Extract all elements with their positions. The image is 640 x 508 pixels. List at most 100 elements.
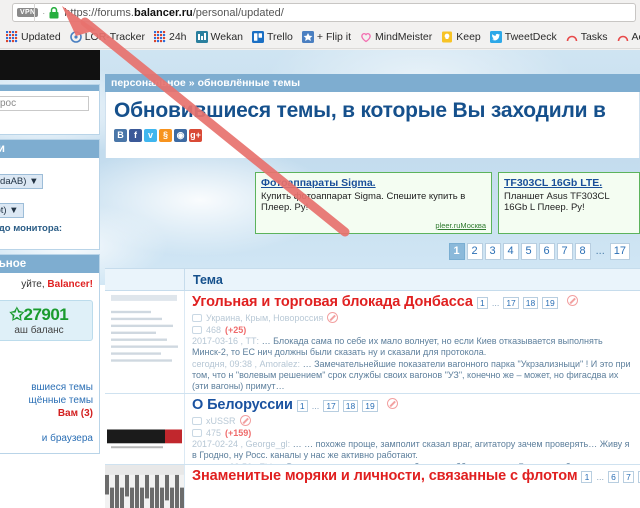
topic-page-link[interactable]: 1 <box>476 297 488 310</box>
table-row[interactable]: Угольная и торговая блокада Донбасса 1...… <box>105 291 640 394</box>
topic-preview-post[interactable]: 2017-02-24 , George_gl: … … похоже проще… <box>192 439 634 461</box>
settings-select-font[interactable]: cadaAB) ▼ <box>0 174 44 189</box>
comment-icon <box>192 429 202 437</box>
hide-forum-icon[interactable] <box>239 415 251 426</box>
topic-page-link[interactable]: 7 <box>622 471 634 484</box>
ad-title[interactable]: TF303CL 16Gb LTE. <box>504 177 634 189</box>
tracker-icon <box>69 30 82 43</box>
page-button-2[interactable]: 2 <box>466 242 483 260</box>
post-author[interactable]: Zhiva: <box>260 462 285 464</box>
url-text: https://forums.balancer.ru/personal/upda… <box>64 7 284 19</box>
bookmark-24h[interactable]: 24h <box>154 30 187 43</box>
bookmark-label: Updated <box>21 30 61 43</box>
sidebar-link-2[interactable]: Вам (3) <box>0 407 93 420</box>
sidebar-settings-body: cadaAB) ▼ бpt) ▼ ие до монитора: <box>0 158 99 249</box>
gear-icon: ✩ <box>9 305 24 324</box>
breadcrumb-section[interactable]: персональное <box>111 77 186 89</box>
topic-preview-post[interactable]: сегодня, 09:38 , Amoralez: … Замечательн… <box>192 359 634 392</box>
post-author[interactable]: Amoralez: <box>260 359 301 369</box>
page-button-6[interactable]: 6 <box>538 242 555 260</box>
page-button-4[interactable]: 4 <box>502 242 519 260</box>
topic-title-link[interactable]: Угольная и торговая блокада Донбасса <box>192 294 473 310</box>
forum-name-link[interactable]: Украина, Крым, Новороссия <box>206 313 323 323</box>
topic-preview-post[interactable]: 2017-03-16 , ТТ: … Блокада сама по себе … <box>192 336 634 358</box>
share-facebook-button[interactable]: f <box>129 129 142 142</box>
vpn-badge[interactable]: VPN <box>17 8 39 17</box>
lock-icon[interactable] <box>49 6 59 19</box>
flipboard-icon <box>301 30 314 43</box>
bookmark-keep[interactable]: Keep <box>441 31 481 43</box>
share-googleplus-button[interactable]: g+ <box>189 129 202 142</box>
forum-name-link[interactable]: xUSSR <box>206 416 236 426</box>
topic-thumbnail[interactable] <box>105 291 185 393</box>
page-button-7[interactable]: 7 <box>556 242 573 260</box>
post-author[interactable]: ТТ: <box>246 336 260 346</box>
forum-icon <box>192 416 202 425</box>
balance-value: ✩27901 <box>9 305 69 324</box>
post-count: 475 <box>206 428 222 438</box>
hide-topic-icon[interactable] <box>386 398 398 409</box>
topic-thumbnail[interactable] <box>105 394 185 464</box>
share-odnoklassniki-button[interactable]: § <box>159 129 172 142</box>
bookmark-tasks[interactable]: Tasks <box>566 31 608 43</box>
main-column: персональное » обновлённые темы Обновивш… <box>105 50 640 508</box>
sidebar-link-1[interactable]: щённые темы <box>0 394 93 407</box>
bookmarks-bar: Updated LOR-Tracker 24h Wekan Trello + Flip i… <box>0 25 640 49</box>
bookmark-mindmeister[interactable]: MindMeister <box>360 31 432 43</box>
page-title: Обновившиеся темы, в которые Вы заходили… <box>114 99 606 122</box>
hide-topic-icon[interactable] <box>566 295 578 306</box>
topic-page-ellipsis: ... <box>596 472 604 482</box>
sidebar-link-0[interactable]: вшиеся темы <box>0 381 93 394</box>
bookmark-actions[interactable]: Actions <box>617 31 640 43</box>
table-header-row: Тема <box>105 269 640 291</box>
bookmark-updated[interactable]: Updated <box>6 30 61 43</box>
topic-page-link[interactable]: 19 <box>362 400 378 413</box>
table-row[interactable]: О Белоруссии 1... 17 18 19 xUSSR 475 (+159) 2017… <box>105 394 640 465</box>
search-input[interactable]: апрос <box>0 96 89 111</box>
page-button-8[interactable]: 8 <box>574 242 591 260</box>
bookmark-lor-tracker[interactable]: LOR-Tracker <box>69 30 145 43</box>
ad-source-link[interactable]: pleer.ruМосква <box>435 221 486 230</box>
ad-block-1[interactable]: Фотоаппараты Sigma. Купить фотоаппарат Si… <box>255 172 492 234</box>
page-button-5[interactable]: 5 <box>520 242 537 260</box>
topic-page-link[interactable]: 17 <box>503 297 519 310</box>
bookmark-wekan[interactable]: Wekan <box>195 30 243 43</box>
topic-page-link[interactable]: 1 <box>296 400 308 413</box>
topic-page-link[interactable]: 6 <box>607 471 619 484</box>
breadcrumb-current: обновлённые темы <box>197 77 301 89</box>
page-button-last[interactable]: 17 <box>609 242 630 260</box>
bookmark-tweetdeck[interactable]: TweetDeck <box>489 30 557 43</box>
topic-page-link[interactable]: 17 <box>323 400 339 413</box>
table-row[interactable]: Знаменитые моряки и личности, связанные … <box>105 465 640 508</box>
url-path: /personal/updated/ <box>192 6 284 19</box>
hide-forum-icon[interactable] <box>327 312 339 323</box>
topic-page-link[interactable]: 18 <box>342 400 359 413</box>
ad-title[interactable]: Фотоаппараты Sigma. <box>261 177 486 189</box>
arc-icon <box>566 35 578 41</box>
topic-page-link[interactable]: 19 <box>542 297 558 310</box>
address-bar[interactable]: VPN · https://forums.balancer.ru/persona… <box>12 3 636 22</box>
topic-preview-post[interactable]: сегодня, 09:56 , Zhiva: В новостях на го… <box>192 462 634 464</box>
share-mailru-button[interactable]: ◉ <box>174 129 187 142</box>
post-date: 2017-02-24 , <box>192 439 246 449</box>
topic-forum-line: Украина, Крым, Новороссия <box>192 312 634 323</box>
breadcrumb-separator: » <box>188 77 195 89</box>
keep-icon <box>442 31 453 42</box>
topics-table: Тема Угольная и торговая блокада Донбасс… <box>105 268 640 508</box>
topic-page-link[interactable]: 18 <box>522 297 539 310</box>
post-author[interactable]: George_gl: <box>246 439 291 449</box>
bookmark-trello[interactable]: Trello <box>252 30 293 43</box>
share-vkontakte-button[interactable]: B <box>114 129 127 142</box>
page-button-1[interactable]: 1 <box>448 242 465 260</box>
settings-select-size[interactable]: бpt) ▼ <box>0 203 24 218</box>
bookmark-flip-it[interactable]: + Flip it <box>301 30 351 43</box>
topic-title-link[interactable]: О Белоруссии <box>192 397 293 413</box>
ad-block-2[interactable]: TF303CL 16Gb LTE. Планшет Asus TF303CL 16… <box>498 172 640 234</box>
share-twitter-button[interactable]: ᴠ <box>144 129 157 142</box>
page-button-3[interactable]: 3 <box>484 242 501 260</box>
topic-title-link[interactable]: Знаменитые моряки и личности, связанные … <box>192 468 578 484</box>
topic-thumbnail[interactable] <box>105 465 185 508</box>
sidebar-link-3[interactable]: и браузера <box>0 432 93 445</box>
url-domain: balancer.ru <box>134 6 193 19</box>
topic-page-link[interactable]: 1 <box>581 471 593 484</box>
